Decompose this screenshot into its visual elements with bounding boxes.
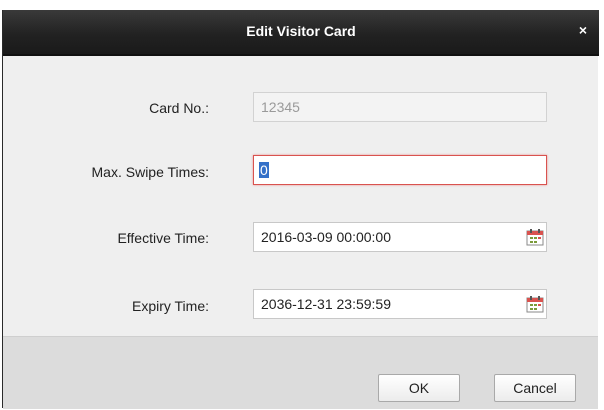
max-swipe-times-input[interactable]: 0 (253, 155, 547, 185)
close-icon[interactable]: × (575, 21, 591, 39)
effective-time-input[interactable]: 2016-03-09 00:00:00 (253, 222, 547, 252)
max-swipe-times-label: Max. Swipe Times: (91, 164, 209, 180)
cancel-button[interactable]: Cancel (494, 374, 576, 402)
card-no-value: 12345 (261, 99, 300, 115)
card-no-label: Card No.: (149, 100, 209, 116)
dialog-title: Edit Visitor Card (246, 23, 356, 39)
max-swipe-times-value: 0 (259, 162, 269, 178)
edit-visitor-card-dialog: Edit Visitor Card × Card No.: 12345 Max.… (2, 10, 599, 409)
dialog-footer: OK Cancel (3, 336, 598, 409)
form-area: Card No.: 12345 Max. Swipe Times: 0 Effe… (3, 56, 598, 336)
dialog-titlebar: Edit Visitor Card × (3, 10, 599, 56)
card-no-field: 12345 (253, 92, 547, 122)
expiry-time-value: 2036-12-31 23:59:59 (261, 296, 391, 312)
calendar-icon[interactable] (526, 295, 544, 313)
ok-button[interactable]: OK (378, 374, 460, 402)
effective-time-value: 2016-03-09 00:00:00 (261, 229, 391, 245)
expiry-time-label: Expiry Time: (131, 298, 209, 314)
expiry-time-input[interactable]: 2036-12-31 23:59:59 (253, 289, 547, 319)
effective-time-label: Effective Time: (117, 230, 209, 246)
calendar-icon[interactable] (526, 228, 544, 246)
